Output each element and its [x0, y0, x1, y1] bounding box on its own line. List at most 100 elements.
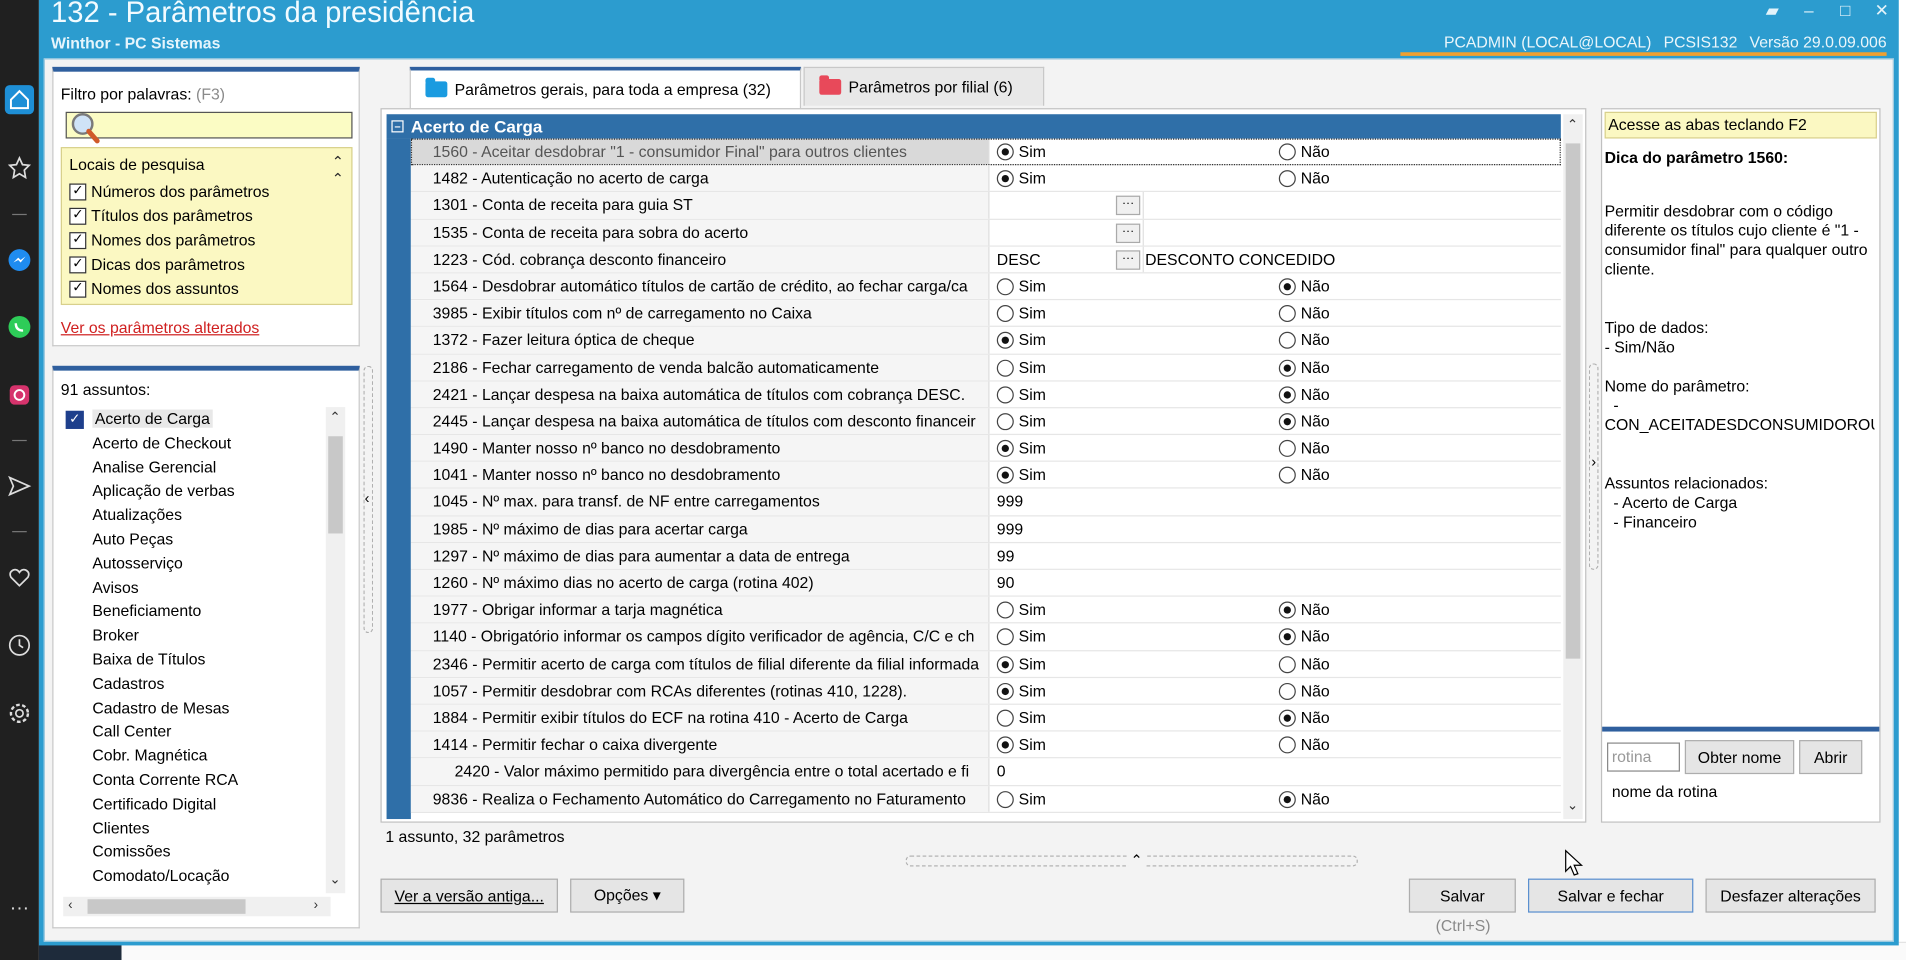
table-row[interactable]: 1045 - Nº max. para transf. de NF entre …	[410, 489, 1561, 517]
param-value-cell[interactable]: Sim Não	[992, 139, 1561, 165]
radio-nao[interactable]	[1278, 466, 1296, 484]
star-icon[interactable]	[5, 153, 34, 182]
table-row[interactable]: 1297 - Nº máximo de dias para aumentar a…	[410, 542, 1561, 570]
scroll-up-icon[interactable]: ⌃	[1567, 117, 1578, 133]
table-row[interactable]: 1140 - Obrigatório informar os campos dí…	[410, 623, 1561, 651]
radio-nao[interactable]	[1278, 413, 1296, 431]
table-row[interactable]: 1260 - Nº máximo dias no acerto de carga…	[410, 569, 1561, 597]
whatsapp-icon[interactable]	[5, 312, 34, 341]
param-value-cell[interactable]: Sim Não	[992, 435, 1561, 461]
collapse-right-icon[interactable]: ›	[1591, 453, 1596, 470]
group-header[interactable]: – Acerto de Carga	[386, 114, 1561, 139]
list-item[interactable]: Certificado Digital	[63, 792, 330, 816]
checkbox-icon[interactable]: ✓	[69, 231, 87, 249]
table-row[interactable]: 1223 - Cód. cobrança desconto financeiro…	[410, 246, 1561, 274]
list-item[interactable]: Auto Peças	[63, 527, 330, 551]
radio-nao[interactable]	[1278, 655, 1296, 673]
maximize-icon[interactable]: □	[1836, 0, 1855, 21]
param-value-cell[interactable]: Sim Não	[992, 597, 1561, 623]
scroll-right-icon[interactable]: ›	[314, 898, 318, 913]
param-value-cell[interactable]: Sim Não	[992, 678, 1561, 704]
radio-sim[interactable]	[996, 736, 1014, 754]
checkbox-icon[interactable]: ✓	[69, 207, 87, 225]
table-row[interactable]: 1490 - Manter nosso nº banco no desdobra…	[410, 435, 1561, 463]
settings-gear-icon[interactable]	[5, 699, 34, 728]
open-button[interactable]: Abrir	[1799, 740, 1863, 775]
param-value-cell[interactable]: Sim Não	[992, 381, 1561, 407]
table-row[interactable]: 1977 - Obrigar informar a tarja magnétic…	[410, 596, 1561, 624]
table-row[interactable]: 1414 - Permitir fechar o caixa divergent…	[410, 731, 1561, 759]
table-row[interactable]: 2346 - Permitir acerto de carga com títu…	[410, 650, 1561, 678]
clock-icon[interactable]	[5, 631, 34, 660]
scroll-thumb[interactable]	[1565, 143, 1581, 659]
routine-input[interactable]: rotina	[1607, 742, 1680, 772]
save-close-button[interactable]: Salvar e fechar	[1528, 878, 1694, 913]
list-item[interactable]: Broker	[63, 624, 330, 648]
radio-nao[interactable]	[1278, 736, 1296, 754]
radio-sim[interactable]	[996, 709, 1014, 727]
param-value-cell[interactable]: 0	[992, 759, 1561, 785]
save-button[interactable]: Salvar	[1408, 878, 1516, 913]
radio-sim[interactable]	[996, 790, 1014, 808]
table-row[interactable]: 1372 - Fazer leitura óptica de cheque Sim…	[410, 327, 1561, 355]
param-value-text[interactable]: 99	[997, 543, 1015, 570]
radio-nao[interactable]	[1278, 278, 1296, 296]
lookup-code[interactable]: DESC	[997, 246, 1041, 273]
radio-nao[interactable]	[1278, 170, 1296, 188]
changed-params-link[interactable]: Ver os parâmetros alterados	[61, 318, 260, 336]
lookup-ellipsis-button[interactable]: ···	[1115, 196, 1141, 216]
param-value-cell[interactable]: Sim Não	[992, 624, 1561, 650]
table-row[interactable]: 2420 - Valor máximo permitido para diver…	[410, 758, 1561, 786]
radio-nao[interactable]	[1278, 601, 1296, 619]
list-item[interactable]: Call Center	[63, 720, 330, 744]
radio-nao[interactable]	[1278, 790, 1296, 808]
param-value-cell[interactable]: Sim Não	[992, 165, 1561, 191]
tab-parametros-filial[interactable]: Parâmetros por filial (6)	[803, 66, 1045, 106]
table-row[interactable]: 2421 - Lançar despesa na baixa automátic…	[410, 381, 1561, 409]
radio-nao[interactable]	[1278, 305, 1296, 323]
list-item[interactable]: Baixa de Títulos	[63, 648, 330, 672]
undo-changes-button[interactable]: Desfazer alterações	[1705, 878, 1876, 913]
old-version-button[interactable]: Ver a versão antiga...	[380, 878, 558, 913]
checkbox-icon[interactable]: ✓	[69, 182, 87, 200]
radio-nao[interactable]	[1278, 143, 1296, 161]
param-value-cell[interactable]: Sim Não	[992, 354, 1561, 380]
radio-sim[interactable]	[996, 655, 1014, 673]
radio-sim[interactable]	[996, 332, 1014, 350]
list-item[interactable]: Autosserviço	[63, 551, 330, 575]
send-icon[interactable]	[5, 471, 34, 500]
radio-sim[interactable]	[996, 278, 1014, 296]
table-row[interactable]: 1985 - Nº máximo de dias para acertar ca…	[410, 516, 1561, 543]
radio-nao[interactable]	[1278, 439, 1296, 457]
list-item[interactable]: Conta Corrente RCA	[63, 768, 330, 792]
radio-sim[interactable]	[996, 601, 1014, 619]
param-value-cell[interactable]: Sim Não	[992, 705, 1561, 731]
scroll-down-icon[interactable]: ⌄	[329, 871, 340, 888]
collapse-chevron-icon[interactable]: ⌃ ⌃	[332, 153, 344, 187]
list-item[interactable]: Analise Gerencial	[63, 455, 330, 479]
checkbox-icon[interactable]: ✓	[69, 255, 87, 273]
expand-up-icon[interactable]: ⌃	[1128, 851, 1146, 869]
radio-sim[interactable]	[996, 628, 1014, 646]
param-value-text[interactable]: 999	[997, 516, 1023, 543]
radio-sim[interactable]	[996, 386, 1014, 404]
option-titulos[interactable]: ✓ Títulos dos parâmetros	[69, 207, 253, 225]
radio-sim[interactable]	[996, 143, 1014, 161]
radio-nao[interactable]	[1278, 682, 1296, 700]
param-value-cell[interactable]: Sim Não	[992, 273, 1561, 299]
list-item[interactable]: Cadastros	[63, 672, 330, 696]
more-icon[interactable]: ···	[5, 894, 34, 923]
pin-icon[interactable]: ▰	[1763, 0, 1782, 21]
radio-sim[interactable]	[996, 413, 1014, 431]
table-row[interactable]: 1560 - Aceitar desdobrar "1 - consumidor…	[410, 138, 1561, 166]
close-icon[interactable]: ✕	[1872, 0, 1891, 21]
param-value-cell[interactable]: Sim Não	[992, 300, 1561, 326]
radio-nao[interactable]	[1278, 628, 1296, 646]
list-item[interactable]: Beneficiamento	[63, 600, 330, 624]
table-row[interactable]: 3985 - Exibir títulos com nº de carregam…	[410, 300, 1561, 328]
collapse-group-icon[interactable]: –	[391, 120, 404, 133]
list-item[interactable]: Atualizações	[63, 503, 330, 527]
param-value-cell[interactable]: 999	[992, 489, 1561, 515]
tab-parametros-gerais[interactable]: Parâmetros gerais, para toda a empresa (…	[409, 66, 802, 109]
table-row[interactable]: 1057 - Permitir desdobrar com RCAs difer…	[410, 677, 1561, 705]
